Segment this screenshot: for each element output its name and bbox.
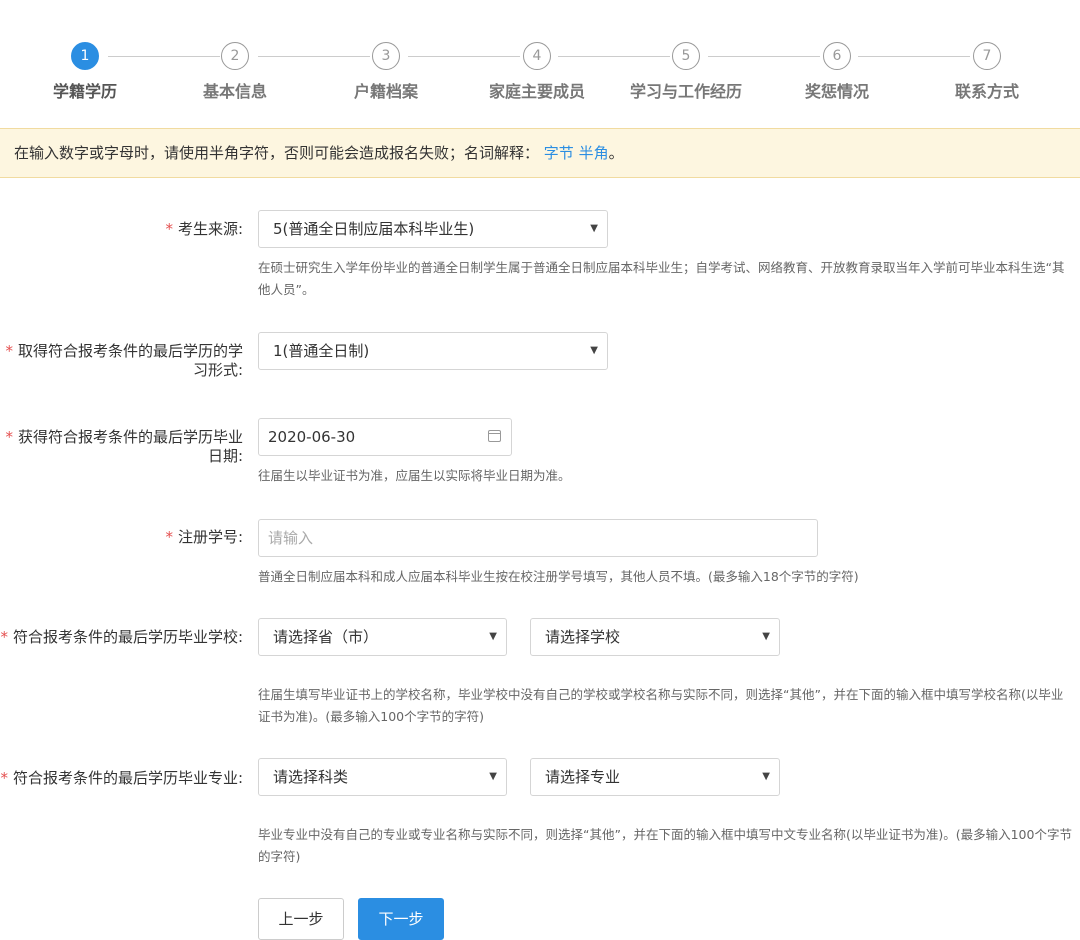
- step-label: 奖惩情况: [804, 82, 869, 101]
- caret-down-icon: ▼: [762, 771, 770, 782]
- prev-step-button[interactable]: 上一步: [258, 898, 344, 940]
- school-value: 请选择学校: [545, 628, 621, 646]
- step-label: 户籍档案: [353, 82, 418, 101]
- category-select[interactable]: 请选择科类 ▼: [258, 758, 507, 796]
- major-label: * 符合报考条件的最后学历毕业专业:: [0, 769, 243, 787]
- step-number: 5: [672, 42, 700, 70]
- step-label: 家庭主要成员: [488, 82, 585, 101]
- student-id-label: * 注册学号:: [165, 528, 243, 546]
- province-select[interactable]: 请选择省（市） ▼: [258, 618, 507, 656]
- major-value: 请选择专业: [545, 768, 621, 786]
- step-label: 联系方式: [954, 82, 1019, 101]
- step-label: 学籍学历: [52, 82, 117, 101]
- notice-end: 。: [608, 144, 624, 162]
- student-id-help: 普通全日制应届本科和成人应届本科毕业生按在校注册学号填写，其他人员不填。(最多输…: [258, 569, 859, 584]
- school-label: * 符合报考条件的最后学历毕业学校:: [0, 628, 243, 646]
- source-value: 5(普通全日制应届本科毕业生): [273, 220, 475, 238]
- source-label: * 考生来源:: [165, 220, 243, 238]
- step-number: 6: [823, 42, 851, 70]
- grad-date-input[interactable]: 2020-06-30: [258, 418, 512, 456]
- step-6[interactable]: 6 奖惩情况: [767, 42, 907, 102]
- major-help: 毕业专业中没有自己的专业或专业名称与实际不同，则选择“其他”，并在下面的输入框中…: [258, 827, 1072, 864]
- required-mark: *: [0, 769, 8, 787]
- major-select[interactable]: 请选择专业 ▼: [530, 758, 780, 796]
- grad-date-value: 2020-06-30: [268, 428, 356, 446]
- input-notice: 在输入数字或字母时，请使用半角字符，否则可能会造成报名失败；名词解释： 字节 半…: [0, 128, 1080, 178]
- step-3[interactable]: 3 户籍档案: [316, 42, 456, 102]
- calendar-icon[interactable]: [488, 430, 501, 442]
- step-5[interactable]: 5 学习与工作经历: [616, 42, 756, 102]
- grad-date-label: * 获得符合报考条件的最后学历毕业日期:: [5, 428, 243, 465]
- category-value: 请选择科类: [273, 768, 349, 786]
- step-number: 2: [221, 42, 249, 70]
- glossary-link-halfwidth[interactable]: 半角: [579, 144, 609, 162]
- required-mark: *: [5, 342, 13, 360]
- step-4[interactable]: 4 家庭主要成员: [467, 42, 607, 102]
- step-1[interactable]: 1 学籍学历: [15, 42, 155, 102]
- step-7[interactable]: 7 联系方式: [917, 42, 1057, 102]
- step-number: 4: [523, 42, 551, 70]
- caret-down-icon: ▼: [489, 771, 497, 782]
- glossary-link-byte[interactable]: 字节: [544, 144, 574, 162]
- required-mark: *: [5, 428, 13, 446]
- student-id-placeholder: 请输入: [268, 529, 314, 547]
- caret-down-icon: ▼: [489, 631, 497, 642]
- school-select[interactable]: 请选择学校 ▼: [530, 618, 780, 656]
- required-mark: *: [0, 628, 8, 646]
- step-number: 1: [71, 42, 99, 70]
- step-2[interactable]: 2 基本信息: [165, 42, 305, 102]
- caret-down-icon: ▼: [590, 345, 598, 356]
- step-label: 基本信息: [202, 82, 267, 101]
- step-label: 学习与工作经历: [629, 82, 742, 101]
- next-step-button[interactable]: 下一步: [358, 898, 444, 940]
- province-value: 请选择省（市）: [273, 628, 379, 646]
- study-form-label: * 取得符合报考条件的最后学历的学习形式:: [5, 342, 243, 379]
- step-number: 7: [973, 42, 1001, 70]
- study-form-value: 1(普通全日制): [273, 342, 370, 360]
- caret-down-icon: ▼: [762, 631, 770, 642]
- required-mark: *: [165, 528, 173, 546]
- school-help: 往届生填写毕业证书上的学校名称，毕业学校中没有自己的学校或学校名称与实际不同，则…: [258, 687, 1064, 724]
- notice-text: 在输入数字或字母时，请使用半角字符，否则可能会造成报名失败；名词解释：: [14, 144, 540, 162]
- student-id-input[interactable]: 请输入: [258, 519, 818, 557]
- source-help: 在硕士研究生入学年份毕业的普通全日制学生属于普通全日制应届本科毕业生；自学考试、…: [258, 260, 1065, 297]
- source-select[interactable]: 5(普通全日制应届本科毕业生) ▼: [258, 210, 608, 248]
- step-number: 3: [372, 42, 400, 70]
- step-progress: 1 学籍学历 2 基本信息 3 户籍档案 4 家庭主要成员 5 学习与工作经历 …: [0, 0, 1080, 120]
- grad-date-help: 往届生以毕业证书为准，应届生以实际将毕业日期为准。: [258, 468, 571, 483]
- study-form-select[interactable]: 1(普通全日制) ▼: [258, 332, 608, 370]
- caret-down-icon: ▼: [590, 223, 598, 234]
- required-mark: *: [165, 220, 173, 238]
